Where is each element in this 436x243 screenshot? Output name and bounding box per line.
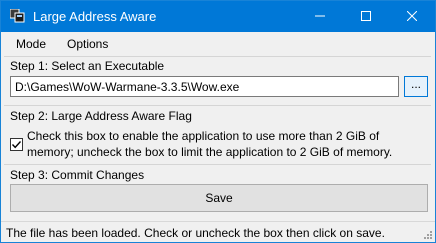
- title-bar[interactable]: Large Address Aware: [1, 1, 435, 32]
- app-window: Large Address Aware Mode Options Step 1:…: [0, 0, 436, 243]
- close-button[interactable]: [389, 1, 435, 32]
- browse-button[interactable]: ...: [404, 76, 428, 97]
- step3-title: Step 3: Commit Changes: [10, 168, 145, 182]
- maximize-button[interactable]: [343, 1, 389, 32]
- window-title: Large Address Aware: [33, 9, 157, 24]
- status-bar: The file has been loaded. Check or unche…: [1, 221, 435, 242]
- menu-bar: Mode Options: [1, 32, 435, 55]
- status-text: The file has been loaded. Check or unche…: [6, 226, 385, 240]
- menu-item-options[interactable]: Options: [67, 37, 108, 51]
- executable-path-input[interactable]: [10, 76, 399, 97]
- step1-title: Step 1: Select an Executable: [10, 59, 165, 73]
- minimize-icon: [315, 10, 325, 24]
- app-icon: [9, 8, 26, 23]
- save-button[interactable]: Save: [10, 184, 428, 212]
- checkmark-icon: [11, 139, 22, 150]
- checkbox-label[interactable]: Check this box to enable the application…: [27, 128, 427, 160]
- close-icon: [406, 10, 418, 24]
- maximize-icon: [361, 10, 371, 24]
- resize-grip-icon[interactable]: [421, 228, 433, 240]
- large-address-aware-checkbox[interactable]: [10, 138, 23, 151]
- step2-title: Step 2: Large Address Aware Flag: [10, 109, 192, 123]
- menu-item-mode[interactable]: Mode: [16, 37, 46, 51]
- minimize-button[interactable]: [297, 1, 343, 32]
